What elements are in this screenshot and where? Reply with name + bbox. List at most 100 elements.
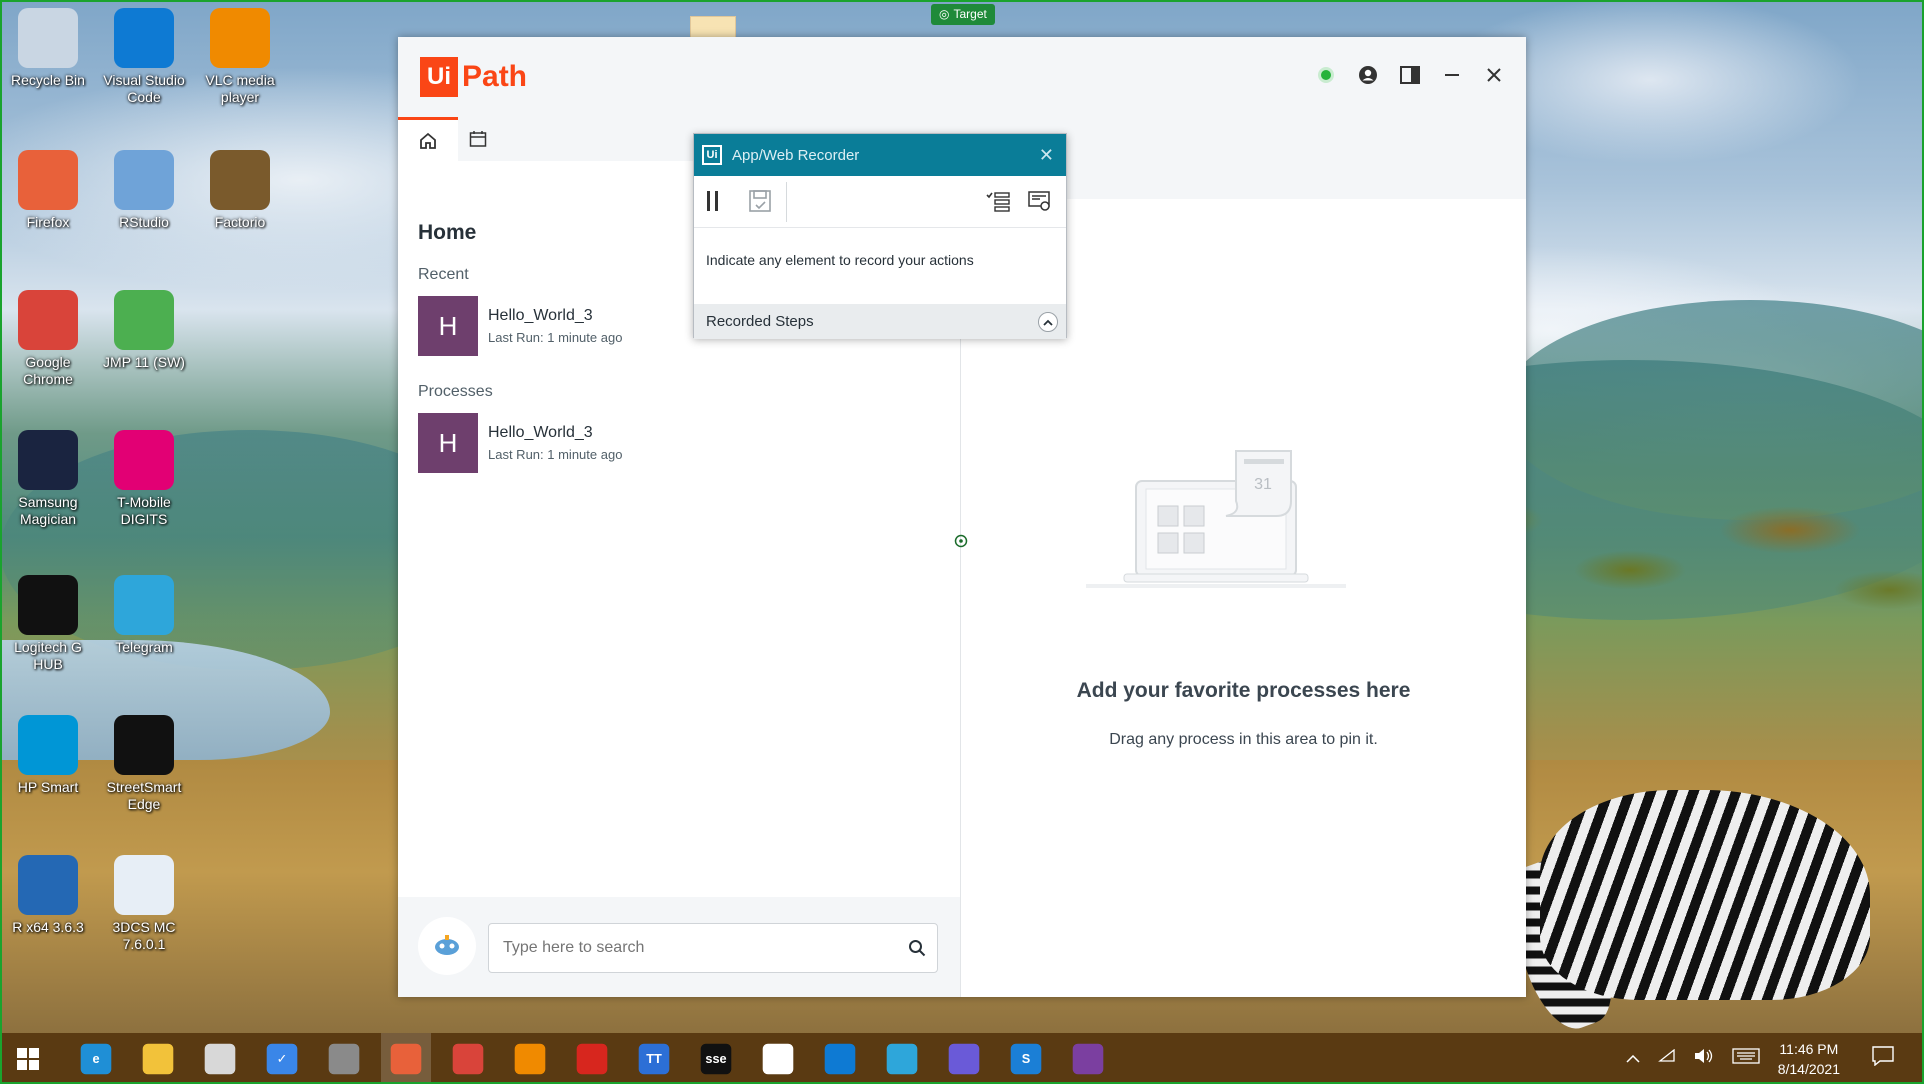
desktop-icon[interactable]: Google Chrome [0,290,96,388]
desktop-icon[interactable]: HP Smart [0,715,96,796]
logitech-icon [18,575,78,635]
rstudio-icon [114,150,174,210]
recycle-bin-icon [18,8,78,68]
desktop-icon[interactable]: RStudio [96,150,192,231]
process-last-run: Last Run: 1 minute ago [488,447,623,462]
samsung-magician-icon [18,430,78,490]
show-hidden-icons-icon[interactable] [1626,1050,1640,1068]
taskbar-chrome-icon[interactable] [452,1043,484,1075]
taskbar-chrome-settings-icon[interactable] [948,1043,980,1075]
favorites-title: Add your favorite processes here [1076,679,1411,702]
recorded-steps-header[interactable]: Recorded Steps [694,304,1066,339]
desktop-icon[interactable]: 3DCS MC 7.6.0.1 [96,855,192,953]
toolbar-divider [786,182,787,222]
process-item[interactable]: H Hello_World_3 Last Run: 1 minute ago [418,413,622,473]
process-name: Hello_World_3 [488,424,593,441]
desktop-icon[interactable]: R x64 3.6.3 [0,855,96,936]
desktop-icon[interactable]: VLC media player [192,8,288,106]
desktop-icon[interactable]: Firefox [0,150,96,231]
clock-date: 8/14/2021 [1777,1060,1840,1077]
wifi-icon[interactable] [1657,1048,1676,1068]
recorder-title-bar: Ui App/Web Recorder ✕ [694,134,1066,176]
keyboard-icon[interactable] [1732,1048,1760,1069]
desktop-icon[interactable]: StreetSmart Edge [96,715,192,813]
target-badge: ◎ Target [931,4,995,25]
tmobile-icon [114,430,174,490]
robot-avatar-icon[interactable] [418,917,476,975]
connection-status-icon[interactable] [1316,65,1336,85]
save-and-exit-button[interactable] [748,189,772,218]
taskbar-telegram-icon[interactable] [886,1043,918,1075]
processes-heading: Processes [418,383,493,400]
uipath-mini-logo-icon: Ui [702,145,722,165]
start-button[interactable] [16,1047,40,1076]
recorder-instruction: Indicate any element to record your acti… [706,252,974,268]
target-icon: ◎ [939,7,950,21]
jmp-icon [114,290,174,350]
taskbar-todo-icon[interactable]: ✓ [266,1043,298,1075]
recording-options-button[interactable] [986,190,1010,217]
taskbar-uipath-studio-icon[interactable]: S [1010,1043,1042,1075]
notifications-icon[interactable] [1872,1046,1894,1071]
3dcs-icon [114,855,174,915]
recorder-title: App/Web Recorder [732,146,860,164]
taskbar-teams-icon[interactable]: TT [638,1043,670,1075]
taskbar-acrobat-sign-icon[interactable] [762,1043,794,1075]
chrome-icon [18,290,78,350]
system-tray: 11:46 PM 8/14/2021 [1626,1033,1894,1084]
desktop-icon[interactable]: Visual Studio Code [96,8,192,106]
calendar-icon [469,131,487,147]
process-name: Hello_World_3 [488,307,593,324]
volume-icon[interactable] [1694,1048,1714,1069]
desktop-icon[interactable]: Recycle Bin [0,8,96,89]
desktop-icon[interactable]: Samsung Magician [0,430,96,528]
home-icon [420,132,436,149]
taskbar-snip-icon[interactable] [204,1043,236,1075]
r-icon [18,855,78,915]
vlc-icon [210,8,270,68]
search-input[interactable] [503,939,897,957]
recorder-toolbar [694,176,1066,228]
pause-button[interactable] [706,190,720,217]
process-avatar: H [418,296,478,356]
recorder-close-button[interactable]: ✕ [1039,145,1054,166]
hp-smart-icon [18,715,78,775]
recent-process-item[interactable]: H Hello_World_3 Last Run: 1 minute ago [418,296,622,356]
taskbar-edge-icon[interactable]: e [80,1043,112,1075]
vscode-icon [114,8,174,68]
user-profile-icon[interactable] [1358,65,1378,85]
desktop-icon[interactable]: JMP 11 (SW) [96,290,192,371]
process-last-run: Last Run: 1 minute ago [488,330,623,345]
taskbar-vscode-icon[interactable] [824,1043,856,1075]
desktop-icon[interactable]: Factorio [192,150,288,231]
chevron-up-icon[interactable] [1038,312,1058,332]
taskbar-firefox-icon[interactable] [390,1043,422,1075]
taskbar-uipath-assistant-icon[interactable] [1072,1043,1104,1075]
taskbar-streetsmart-icon[interactable]: sse [700,1043,732,1075]
streetsmart-icon [114,715,174,775]
desktop-icon[interactable]: Telegram [96,575,192,656]
search-field[interactable] [488,923,938,973]
recorder-settings-button[interactable] [1028,189,1052,218]
minimize-button[interactable] [1442,65,1462,85]
dock-panel-icon[interactable] [1400,65,1420,85]
process-avatar: H [418,413,478,473]
factorio-icon [210,150,270,210]
favorites-illustration: 31 [1086,450,1346,588]
close-button[interactable] [1484,65,1504,85]
desktop-icon[interactable]: Logitech G HUB [0,575,96,673]
taskbar-usb-icon[interactable] [328,1043,360,1075]
desktop-icon[interactable]: T-Mobile DIGITS [96,430,192,528]
taskbar-acrobat-icon[interactable] [576,1043,608,1075]
favorites-subtitle: Drag any process in this area to pin it. [1109,731,1378,748]
search-bar-area [398,897,960,997]
taskbar: e ✓ TT sse S 11:46 PM 8/14/2021 [0,1033,1924,1084]
taskbar-file-explorer-icon[interactable] [142,1043,174,1075]
clock[interactable]: 11:46 PM 8/14/2021 [1778,1039,1840,1079]
taskbar-vlc-icon[interactable] [514,1043,546,1075]
app-web-recorder-window: Ui App/Web Recorder ✕ Indicate any eleme… [693,133,1067,339]
search-icon[interactable] [897,939,937,957]
page-title: Home [418,221,477,244]
firefox-icon [18,150,78,210]
tab-calendar[interactable] [448,117,508,161]
